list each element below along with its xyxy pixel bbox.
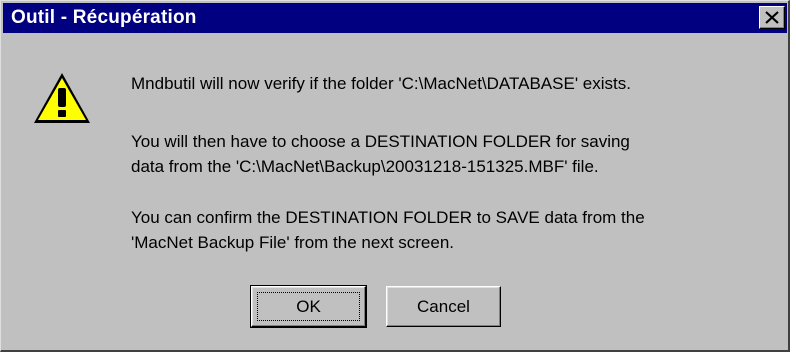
close-button[interactable] — [759, 6, 785, 29]
title-bar[interactable]: Outil - Récupération — [3, 3, 787, 33]
dialog-window: Outil - Récupération Mndbutil will now v… — [0, 0, 790, 352]
close-icon — [765, 11, 779, 24]
message-text: 'MacNet Backup File' from the next scree… — [131, 233, 455, 252]
ok-button[interactable]: OK — [250, 285, 367, 328]
cancel-button-label: Cancel — [417, 296, 470, 316]
message-paragraph-destination: You will then have to choose a DESTINATI… — [131, 129, 630, 179]
message-line-verify: Mndbutil will now verify if the folder '… — [131, 71, 631, 96]
message-text: data from the 'C:\MacNet\Backup\20031218… — [131, 157, 599, 176]
window-title: Outil - Récupération — [11, 7, 197, 28]
message-text: You will then have to choose a DESTINATI… — [131, 132, 630, 151]
message-text: You can confirm the DESTINATION FOLDER t… — [131, 208, 645, 227]
cancel-button[interactable]: Cancel — [386, 286, 501, 327]
message-text: Mndbutil will now verify if the folder '… — [131, 74, 631, 93]
focus-rectangle — [257, 292, 360, 321]
warning-icon — [34, 73, 90, 123]
message-paragraph-confirm: You can confirm the DESTINATION FOLDER t… — [131, 205, 645, 255]
